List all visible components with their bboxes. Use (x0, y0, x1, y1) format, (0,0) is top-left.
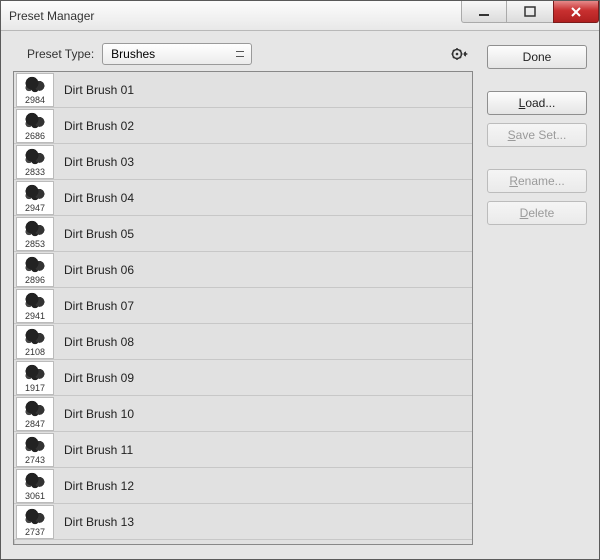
brush-preview-icon (20, 472, 50, 490)
brush-name: Dirt Brush 07 (56, 299, 134, 313)
brush-preview-icon (20, 220, 50, 238)
brush-thumbnail: 2743 (16, 433, 54, 467)
brush-row[interactable]: 2847 Dirt Brush 10 (14, 396, 472, 432)
left-panel: Preset Type: Brushes (13, 43, 473, 545)
brush-thumbnail: 2896 (16, 253, 54, 287)
right-buttons: Done Load... Save Set... Rename... Delet… (487, 43, 587, 545)
gear-flyout-icon (451, 47, 469, 61)
brush-name: Dirt Brush 11 (56, 443, 133, 457)
brush-size-label: 2737 (25, 527, 45, 538)
save-set-button[interactable]: Save Set... (487, 123, 587, 147)
brush-thumbnail: 2984 (16, 73, 54, 107)
brush-row[interactable]: 2896 Dirt Brush 06 (14, 252, 472, 288)
brush-thumbnail: 2686 (16, 109, 54, 143)
brush-thumbnail: 2941 (16, 289, 54, 323)
brush-preview-icon (20, 76, 50, 94)
brush-list[interactable]: 2984 Dirt Brush 01 2686 Dirt Brush 02 2833 Di… (14, 72, 472, 544)
brush-name: Dirt Brush 13 (56, 515, 134, 529)
brush-preview-icon (20, 148, 50, 166)
brush-thumbnail: 2737 (16, 505, 54, 539)
brush-name: Dirt Brush 04 (56, 191, 134, 205)
brush-size-label: 2947 (25, 203, 45, 214)
load-button[interactable]: Load... (487, 91, 587, 115)
brush-thumbnail: 2853 (16, 217, 54, 251)
brush-name: Dirt Brush 06 (56, 263, 134, 277)
brush-row[interactable]: 1917 Dirt Brush 09 (14, 360, 472, 396)
brush-preview-icon (20, 436, 50, 454)
brush-row[interactable]: 2984 Dirt Brush 01 (14, 72, 472, 108)
brush-preview-icon (20, 256, 50, 274)
preset-manager-window: Preset Manager Preset Type: Brushes (0, 0, 600, 560)
brush-row[interactable]: 3061 Dirt Brush 12 (14, 468, 472, 504)
window-title: Preset Manager (9, 9, 461, 23)
brush-row[interactable]: 2941 Dirt Brush 07 (14, 288, 472, 324)
preset-type-value: Brushes (111, 47, 155, 61)
brush-thumbnail: 2833 (16, 145, 54, 179)
brush-size-label: 2833 (25, 167, 45, 178)
brush-row[interactable]: 2737 Dirt Brush 13 (14, 504, 472, 540)
brush-name: Dirt Brush 09 (56, 371, 134, 385)
brush-name: Dirt Brush 12 (56, 479, 134, 493)
minimize-button[interactable] (461, 1, 507, 23)
brush-thumbnail: 2108 (16, 325, 54, 359)
brush-row[interactable]: 2833 Dirt Brush 03 (14, 144, 472, 180)
brush-row[interactable]: 2686 Dirt Brush 02 (14, 108, 472, 144)
brush-name: Dirt Brush 01 (56, 83, 134, 97)
brush-size-label: 2686 (25, 131, 45, 142)
brush-size-label: 1917 (25, 383, 45, 394)
brush-size-label: 2896 (25, 275, 45, 286)
preset-type-dropdown[interactable]: Brushes (102, 43, 252, 65)
titlebar[interactable]: Preset Manager (1, 1, 599, 31)
brush-name: Dirt Brush 02 (56, 119, 134, 133)
brush-size-label: 2108 (25, 347, 45, 358)
client-area: Preset Type: Brushes (1, 31, 599, 559)
close-button[interactable] (553, 1, 599, 23)
brush-size-label: 2941 (25, 311, 45, 322)
brush-thumbnail: 2847 (16, 397, 54, 431)
brush-name: Dirt Brush 05 (56, 227, 134, 241)
brush-preview-icon (20, 508, 50, 526)
done-button[interactable]: Done (487, 45, 587, 69)
brush-row[interactable]: 2853 Dirt Brush 05 (14, 216, 472, 252)
close-icon (570, 6, 582, 18)
brush-name: Dirt Brush 08 (56, 335, 134, 349)
brush-size-label: 3061 (25, 491, 45, 502)
brush-preview-icon (20, 112, 50, 130)
window-controls (461, 1, 599, 30)
flyout-menu-button[interactable] (449, 43, 471, 65)
brush-name: Dirt Brush 10 (56, 407, 134, 421)
minimize-icon (478, 6, 490, 18)
load-label-rest: oad... (525, 96, 555, 110)
brush-size-label: 2743 (25, 455, 45, 466)
brush-size-label: 2847 (25, 419, 45, 430)
brush-thumbnail: 1917 (16, 361, 54, 395)
brush-name: Dirt Brush 03 (56, 155, 134, 169)
brush-thumbnail: 2947 (16, 181, 54, 215)
brush-row[interactable]: 2108 Dirt Brush 08 (14, 324, 472, 360)
maximize-icon (524, 6, 536, 18)
brush-preview-icon (20, 184, 50, 202)
brush-thumbnail: 3061 (16, 469, 54, 503)
preset-type-row: Preset Type: Brushes (13, 43, 473, 71)
delete-button[interactable]: Delete (487, 201, 587, 225)
maximize-button[interactable] (507, 1, 553, 23)
brush-preview-icon (20, 328, 50, 346)
brush-size-label: 2853 (25, 239, 45, 250)
brush-list-frame: 2984 Dirt Brush 01 2686 Dirt Brush 02 2833 Di… (13, 71, 473, 545)
brush-preview-icon (20, 292, 50, 310)
brush-row[interactable]: 2743 Dirt Brush 11 (14, 432, 472, 468)
brush-row[interactable]: 2947 Dirt Brush 04 (14, 180, 472, 216)
preset-type-label: Preset Type: (27, 47, 94, 61)
brush-size-label: 2984 (25, 95, 45, 106)
brush-preview-icon (20, 364, 50, 382)
rename-button[interactable]: Rename... (487, 169, 587, 193)
brush-preview-icon (20, 400, 50, 418)
